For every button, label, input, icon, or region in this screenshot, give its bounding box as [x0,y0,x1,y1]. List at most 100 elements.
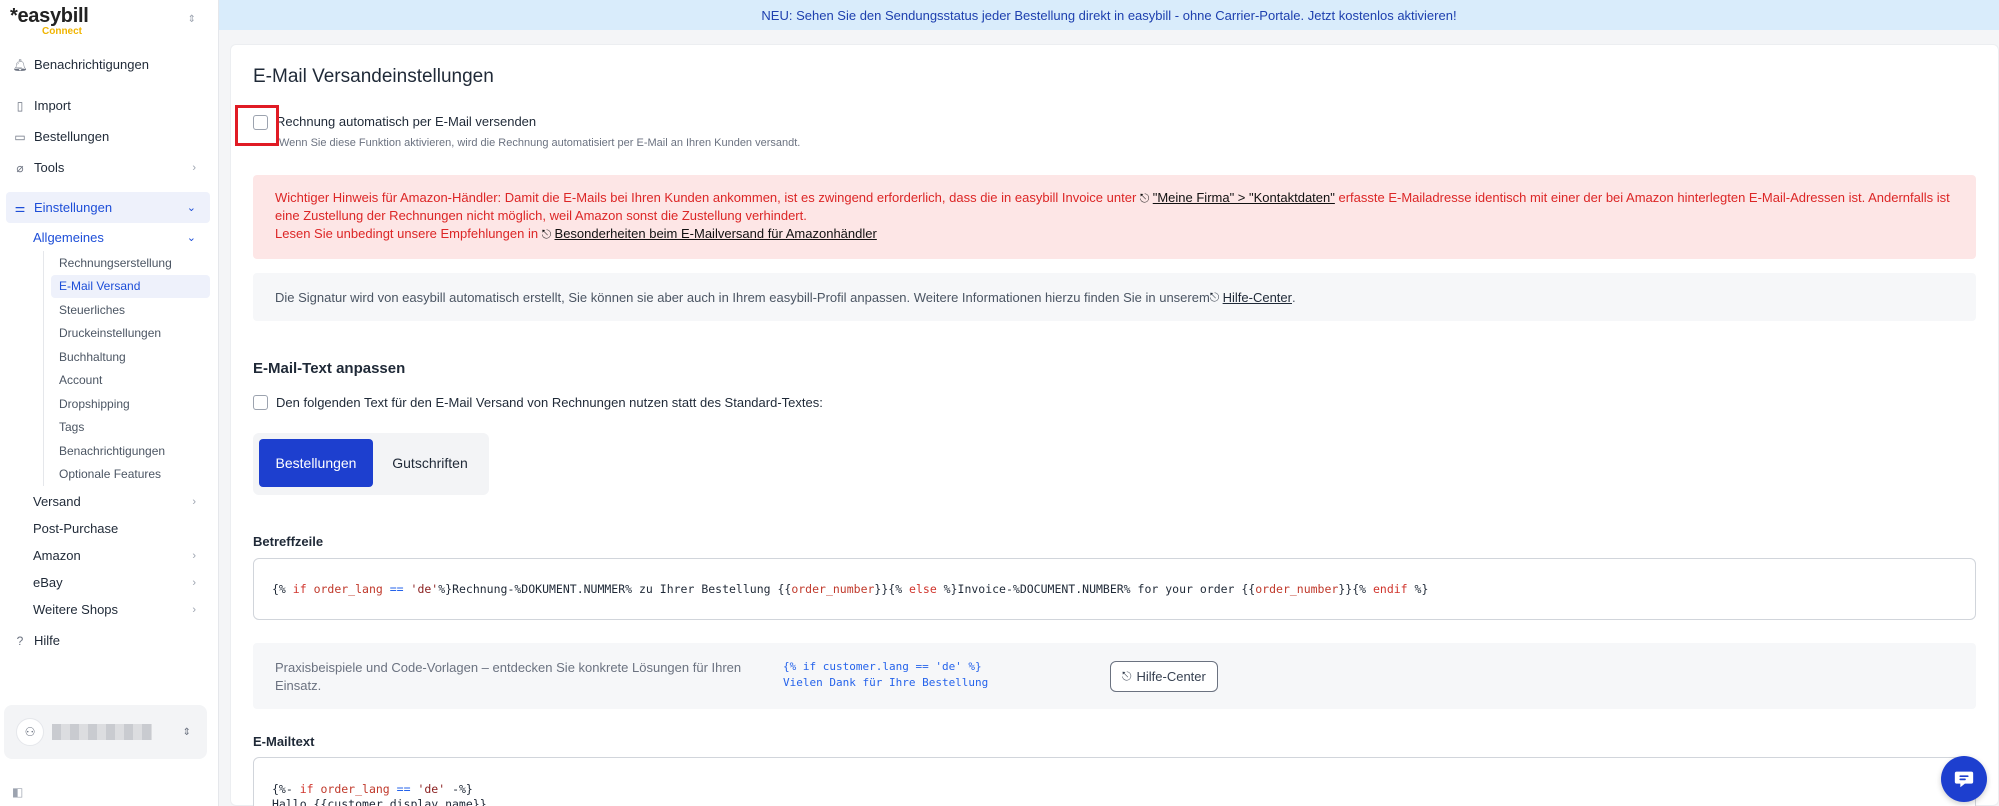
sidebar-item-label: Bestellungen [34,129,110,144]
external-link-icon: ⎋ [1209,289,1223,304]
external-link-icon: ⎋ [1122,669,1132,683]
sidebar-item-help[interactable]: ? Hilfe [0,625,218,656]
email-text-section-title: E-Mail-Text anpassen [253,360,406,377]
mailtext-editor[interactable]: {%- if order_lang == 'de' -%} Hallo {{cu… [253,757,1976,806]
logo[interactable]: *easybill Connect [10,5,89,37]
custom-text-checkbox[interactable] [253,395,268,410]
code-string: 'de' [403,582,439,596]
announcement-banner[interactable]: NEU: Sehen Sie den Sendungsstatus jeder … [219,0,1999,30]
sidebar-item-label: Tools [34,160,65,175]
code-keyword: if [292,582,307,596]
sidebar-item-general[interactable]: Allgemeines ⌄ [0,224,218,251]
sidebar-item-post-purchase[interactable]: Post-Purchase [0,515,218,542]
code-operator: == [396,782,411,796]
sidebar-item-tags[interactable]: Tags [44,416,210,440]
mailtext-label: E-Mailtext [253,734,315,749]
logo-subtext: Connect [42,26,82,37]
bell-icon: 🔔︎ [12,57,28,72]
help-circle-icon: ? [16,633,24,648]
company-contact-link[interactable]: "Meine Firma" > "Kontaktdaten" [1153,190,1335,205]
logo-row: *easybill Connect ⇕ [0,0,218,40]
amazon-email-guide-link[interactable]: Besonderheiten beim E-Mailversand für Am… [555,226,877,241]
paperclip-icon: ⌀ [16,160,24,175]
sidebar-item-label: Benachrichtigungen [34,57,149,72]
file-import-icon: ▯ [16,98,24,113]
chevron-right-icon: › [192,549,196,562]
code-keyword: endif [1372,582,1408,596]
highlight-box [235,105,279,146]
sidebar-item-optional-features[interactable]: Optionale Features [44,463,210,487]
subject-editor[interactable]: {% if order_lang == 'de'%}Rechnung-%DOKU… [253,558,1976,620]
code-string: 'de' [410,782,446,796]
sidebar-item-accounting[interactable]: Buchhaltung [44,345,210,369]
sidebar-item-print-settings[interactable]: Druckeinstellungen [44,322,210,346]
chevron-right-icon: › [192,161,196,174]
sidebar-item-label: Einstellungen [34,200,113,215]
sidebar-item-invoice-creation[interactable]: Rechnungserstellung [44,251,210,275]
chevron-down-icon: ⌄ [186,202,196,214]
user-icon: ⚇ [16,718,44,746]
code-variable: order_lang [306,582,390,596]
page-title: E-Mail Versandeinstellungen [253,66,494,87]
sidebar-item-shipping[interactable]: Versand › [0,488,218,515]
sidebar-item-label: Versand [33,494,81,509]
amazon-warning-alert: Wichtiger Hinweis für Amazon-Händler: Da… [253,175,1976,259]
sidebar-item-label: Weitere Shops [33,602,119,617]
code-token: {% [272,582,293,596]
switch-app-icon[interactable]: ⇕ [188,14,196,25]
sidebar-item-more-shops[interactable]: Weitere Shops › [0,596,218,623]
auto-send-row: Rechnung automatisch per E-Mail versende… [235,105,536,146]
custom-text-label[interactable]: Den folgenden Text für den E-Mail Versan… [276,395,823,410]
sidebar-item-tools[interactable]: ⌀ Tools › [0,152,218,183]
sidebar: *easybill Connect ⇕ 🔔︎ Benachrichtigunge… [0,0,219,806]
subject-label: Betreffzeile [253,534,324,549]
sidebar-item-tax[interactable]: Steuerliches [44,298,210,322]
user-name-redacted [52,724,152,740]
sidebar-item-settings[interactable]: ⚌ Einstellungen ⌄ [6,192,210,223]
chat-icon [1954,771,1974,788]
code-token: }}{% [874,582,910,596]
info-text-end: . [1291,289,1296,305]
sidebar-item-notifications-settings[interactable]: Benachrichtigungen [44,439,210,463]
sidebar-collapse-icon[interactable]: ◧ [12,785,23,799]
sidebar-item-orders[interactable]: ▭ Bestellungen [0,121,218,152]
help-center-link[interactable]: Hilfe-Center [1223,290,1292,305]
alert-text: Lesen Sie unbedingt unsere Empfehlungen … [275,226,542,241]
chevron-right-icon: › [192,495,196,508]
tab-orders[interactable]: Bestellungen [259,439,373,487]
sidebar-item-label: Hilfe [34,633,61,648]
chevron-right-icon: › [192,576,196,589]
book-icon: ▭ [14,129,26,144]
code-operator: == [389,582,404,596]
info-text: Die Signatur wird von easybill automatis… [275,289,1210,305]
logo-text: *easybill [10,5,89,27]
sidebar-item-notifications[interactable]: 🔔︎ Benachrichtigungen [0,49,218,80]
tip-code-sample: {% if customer.lang == 'de' %} Vielen Da… [783,660,989,689]
auto-send-help-text: Wenn Sie diese Funktion aktivieren, wird… [279,137,801,149]
tip-text: Praxisbeispiele und Code-Vorlagen – entd… [275,660,742,693]
sidebar-item-dropshipping[interactable]: Dropshipping [44,392,210,416]
sidebar-item-amazon[interactable]: Amazon › [0,542,218,569]
code-variable: order_number [791,582,875,596]
code-variable: order_lang [313,782,397,796]
sidebar-item-account[interactable]: Account [44,369,210,393]
user-menu[interactable]: ⚇ ⇕ [4,705,207,759]
code-token: }}{% [1338,582,1373,596]
auto-send-label[interactable]: Rechnung automatisch per E-Mail versende… [276,114,536,129]
tab-credit-notes[interactable]: Gutschriften [377,439,483,487]
help-center-button[interactable]: ⎋ Hilfe-Center [1110,661,1218,692]
sidebar-item-import[interactable]: ▯ Import [0,90,218,121]
code-line: Hallo {{customer.display_name}}, [272,797,494,806]
sidebar-item-label: Amazon [33,548,81,563]
sidebar-item-ebay[interactable]: eBay › [0,569,218,596]
sidebar-item-label: Post-Purchase [33,521,119,536]
chat-support-button[interactable] [1941,756,1987,802]
code-token: -%} [445,782,473,796]
sidebar-item-email-sending[interactable]: E-Mail Versand [51,274,210,298]
general-submenu: Rechnungserstellung E-Mail Versand Steue… [43,251,218,486]
chevron-down-icon: ⌄ [186,232,196,244]
code-token: {%- [272,782,300,796]
code-token: %} [1407,582,1429,596]
chevron-up-down-icon: ⇕ [182,726,191,738]
settings-card: E-Mail Versandeinstellungen Rechnung aut… [230,44,1999,806]
